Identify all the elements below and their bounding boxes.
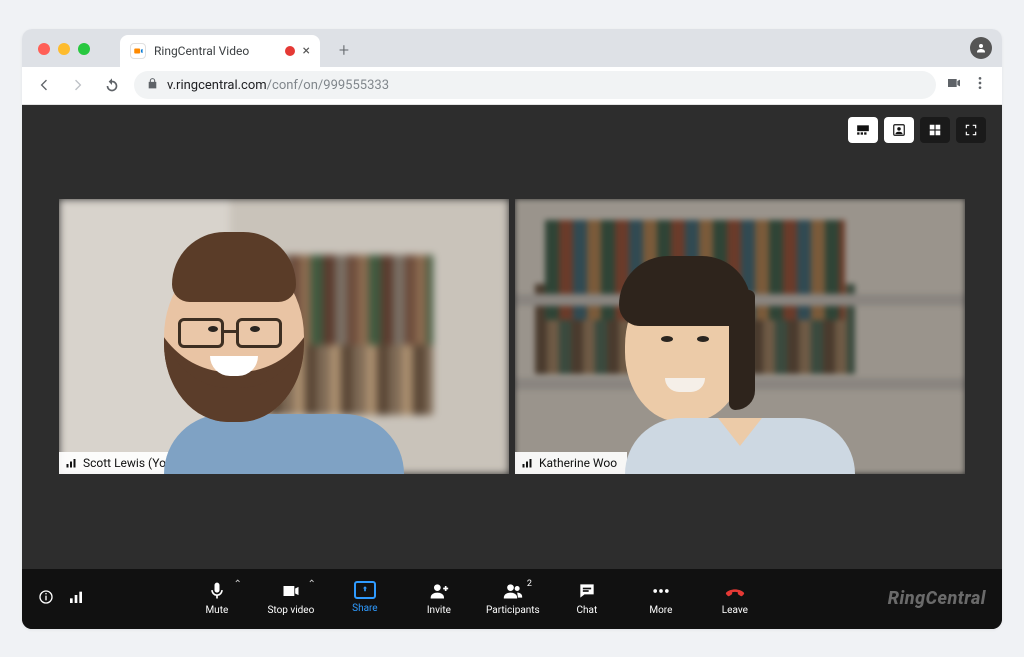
more-label: More (649, 605, 672, 616)
fullscreen-button[interactable] (956, 117, 986, 143)
account-badge[interactable] (970, 37, 992, 59)
reload-button[interactable] (100, 73, 124, 97)
filmstrip-view-button[interactable] (848, 117, 878, 143)
leave-button[interactable]: Leave (708, 581, 762, 616)
info-button[interactable] (38, 589, 54, 609)
view-controls (848, 117, 986, 143)
forward-button[interactable] (66, 73, 90, 97)
close-tab-button[interactable]: × (303, 44, 310, 58)
video-camera-icon (281, 581, 301, 601)
leave-label: Leave (722, 605, 748, 616)
invite-label: Invite (427, 605, 451, 616)
chat-button[interactable]: Chat (560, 581, 614, 616)
participants-count: 2 (527, 579, 532, 589)
minimize-window-button[interactable] (58, 43, 70, 55)
close-window-button[interactable] (38, 43, 50, 55)
share-screen-icon (354, 581, 376, 599)
connection-quality-button[interactable] (68, 589, 84, 609)
video-grid: Scott Lewis (You) (22, 105, 1002, 569)
chevron-up-icon[interactable]: ⌃ (307, 579, 315, 590)
lock-icon (146, 77, 159, 94)
more-button[interactable]: More (634, 581, 688, 616)
video-tile[interactable]: Katherine Woo (515, 199, 965, 474)
maximize-window-button[interactable] (78, 43, 90, 55)
participant-label: Katherine Woo (515, 452, 627, 474)
invite-button[interactable]: Invite (412, 581, 466, 616)
browser-window: RingCentral Video × + v.ringcentral.com/… (22, 29, 1002, 629)
signal-icon (65, 457, 77, 469)
chevron-up-icon[interactable]: ⌃ (233, 579, 241, 590)
microphone-icon (207, 581, 227, 601)
signal-icon (521, 457, 533, 469)
control-bar: ⌃ Mute ⌃ Stop video Share In (22, 569, 1002, 629)
camera-icon[interactable] (946, 75, 962, 95)
mute-button[interactable]: ⌃ Mute (190, 581, 244, 616)
chat-icon (577, 581, 597, 601)
browser-toolbar: v.ringcentral.com/conf/on/999555333 (22, 67, 1002, 105)
participant-name: Katherine Woo (539, 456, 617, 470)
url-host: v.ringcentral.com (167, 78, 267, 93)
gallery-view-button[interactable] (920, 117, 950, 143)
participants-label: Participants (486, 605, 540, 616)
stop-video-label: Stop video (267, 605, 314, 616)
participant-name: Scott Lewis (You) (83, 456, 177, 470)
hangup-icon (725, 581, 745, 601)
browser-tab[interactable]: RingCentral Video × (120, 35, 320, 67)
more-icon (651, 581, 671, 601)
video-tile[interactable]: Scott Lewis (You) (59, 199, 509, 474)
invite-icon (429, 581, 449, 601)
participants-button[interactable]: 2 Participants (486, 581, 540, 616)
url-path: /conf/on/999555333 (267, 78, 389, 93)
share-button[interactable]: Share (338, 581, 392, 614)
speaker-view-button[interactable] (884, 117, 914, 143)
browser-menu-button[interactable] (972, 75, 988, 95)
participants-icon (503, 581, 523, 601)
mute-label: Mute (205, 605, 228, 616)
window-controls (38, 43, 90, 55)
tab-strip: RingCentral Video × + (22, 29, 1002, 67)
address-bar[interactable]: v.ringcentral.com/conf/on/999555333 (134, 71, 936, 99)
toolbar-right (946, 75, 992, 95)
video-app: Scott Lewis (You) (22, 105, 1002, 629)
chat-label: Chat (577, 605, 598, 616)
recording-indicator-icon (285, 46, 295, 56)
back-button[interactable] (32, 73, 56, 97)
share-label: Share (352, 603, 377, 614)
new-tab-button[interactable]: + (330, 37, 358, 65)
brand-logo: RingCentral (888, 588, 986, 609)
tab-title: RingCentral Video (154, 44, 249, 58)
tab-favicon-icon (130, 43, 146, 59)
stop-video-button[interactable]: ⌃ Stop video (264, 581, 318, 616)
main-controls: ⌃ Mute ⌃ Stop video Share In (190, 581, 762, 616)
url-text: v.ringcentral.com/conf/on/999555333 (167, 78, 389, 93)
